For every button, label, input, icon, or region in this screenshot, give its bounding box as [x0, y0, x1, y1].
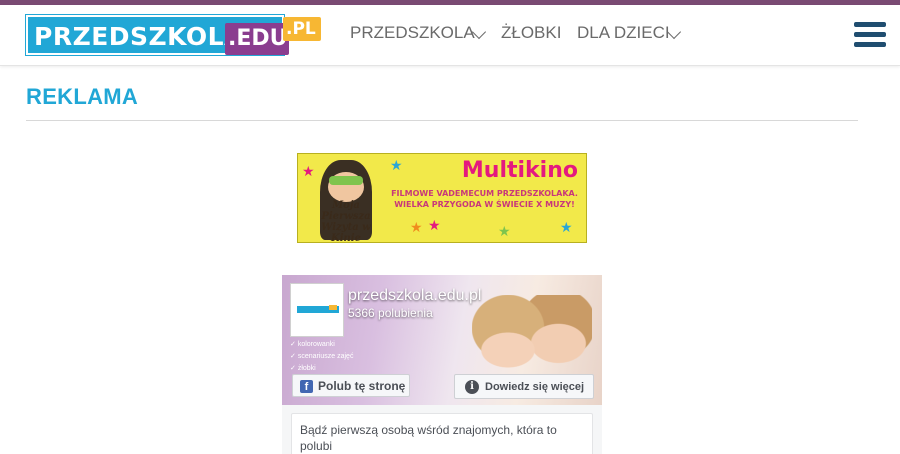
nav-item-zlobki[interactable]: ŻŁOBKI	[501, 23, 561, 43]
cover-list-item: ✓ kolorowanki	[290, 341, 335, 348]
cover-list-item: ✓ scenariusze zajęć	[290, 353, 354, 360]
hamburger-icon	[854, 22, 886, 27]
star-icon: ★	[390, 157, 403, 173]
nav-item-dla-dzieci[interactable]: DLA DZIECI	[577, 23, 670, 43]
banner-tagline: FILMOWE VADEMECUM PRZEDSZKOLAKA. WIELKA …	[391, 189, 578, 209]
hamburger-menu-button[interactable]	[854, 22, 886, 48]
logo-edu-text: .EDU	[228, 26, 288, 51]
star-icon: ★	[560, 219, 573, 235]
friends-text: Bądź pierwszą osobą wśród znajomych, któ…	[300, 423, 557, 453]
like-button-label: Polub tę stronę	[318, 379, 406, 393]
logo-main-text: PRZEDSZKOLA	[34, 22, 244, 51]
section-title: REKLAMA	[26, 84, 139, 109]
facebook-like-count: 5366 polubienia	[348, 306, 433, 320]
facebook-page-name[interactable]: przedszkola.edu.pl	[348, 287, 481, 305]
facebook-page-widget: dzieci ✓ kolorowanki ✓ scenariusze zajęć…	[282, 275, 602, 454]
avatar-logo-mini-pl	[329, 305, 337, 310]
section-divider	[26, 120, 858, 121]
star-icon: ★	[428, 217, 441, 233]
site-logo[interactable]: PRZEDSZKOLA .EDU .PL	[26, 13, 322, 57]
facebook-page-avatar[interactable]	[290, 283, 344, 337]
banner-brand: Multikino	[461, 158, 578, 183]
banner-film-title: Moja Pierwsza Wizyta w Kinie	[321, 200, 371, 243]
facebook-like-button[interactable]: f Polub tę stronę	[292, 374, 410, 397]
hamburger-icon	[854, 42, 886, 47]
logo-pl-text: .PL	[286, 19, 316, 39]
nav-item-przedszkola[interactable]: PRZEDSZKOLA	[350, 23, 475, 43]
logo-pl-block: .PL	[283, 17, 321, 41]
info-icon: i	[465, 380, 479, 394]
star-icon: ★	[498, 223, 511, 239]
star-icon: ★	[410, 219, 423, 235]
multikino-ad-banner[interactable]: ★ ★ ★ ★ ★ ★ Moja Pierwsza Wizyta w Kinie…	[297, 153, 587, 243]
logo-edu-block: .EDU	[225, 23, 289, 55]
learn-more-label: Dowiedz się więcej	[485, 381, 585, 393]
hamburger-icon	[854, 32, 886, 37]
star-icon: ★	[302, 163, 315, 179]
facebook-learn-more-button[interactable]: i Dowiedz się więcej	[454, 374, 594, 399]
facebook-icon: f	[300, 380, 313, 393]
facebook-friends-box: Bądź pierwszą osobą wśród znajomych, któ…	[291, 413, 593, 454]
site-header: PRZEDSZKOLA .EDU .PL PRZEDSZKOLA ŻŁOBKI …	[0, 5, 900, 66]
banner-sunglasses	[329, 176, 363, 185]
